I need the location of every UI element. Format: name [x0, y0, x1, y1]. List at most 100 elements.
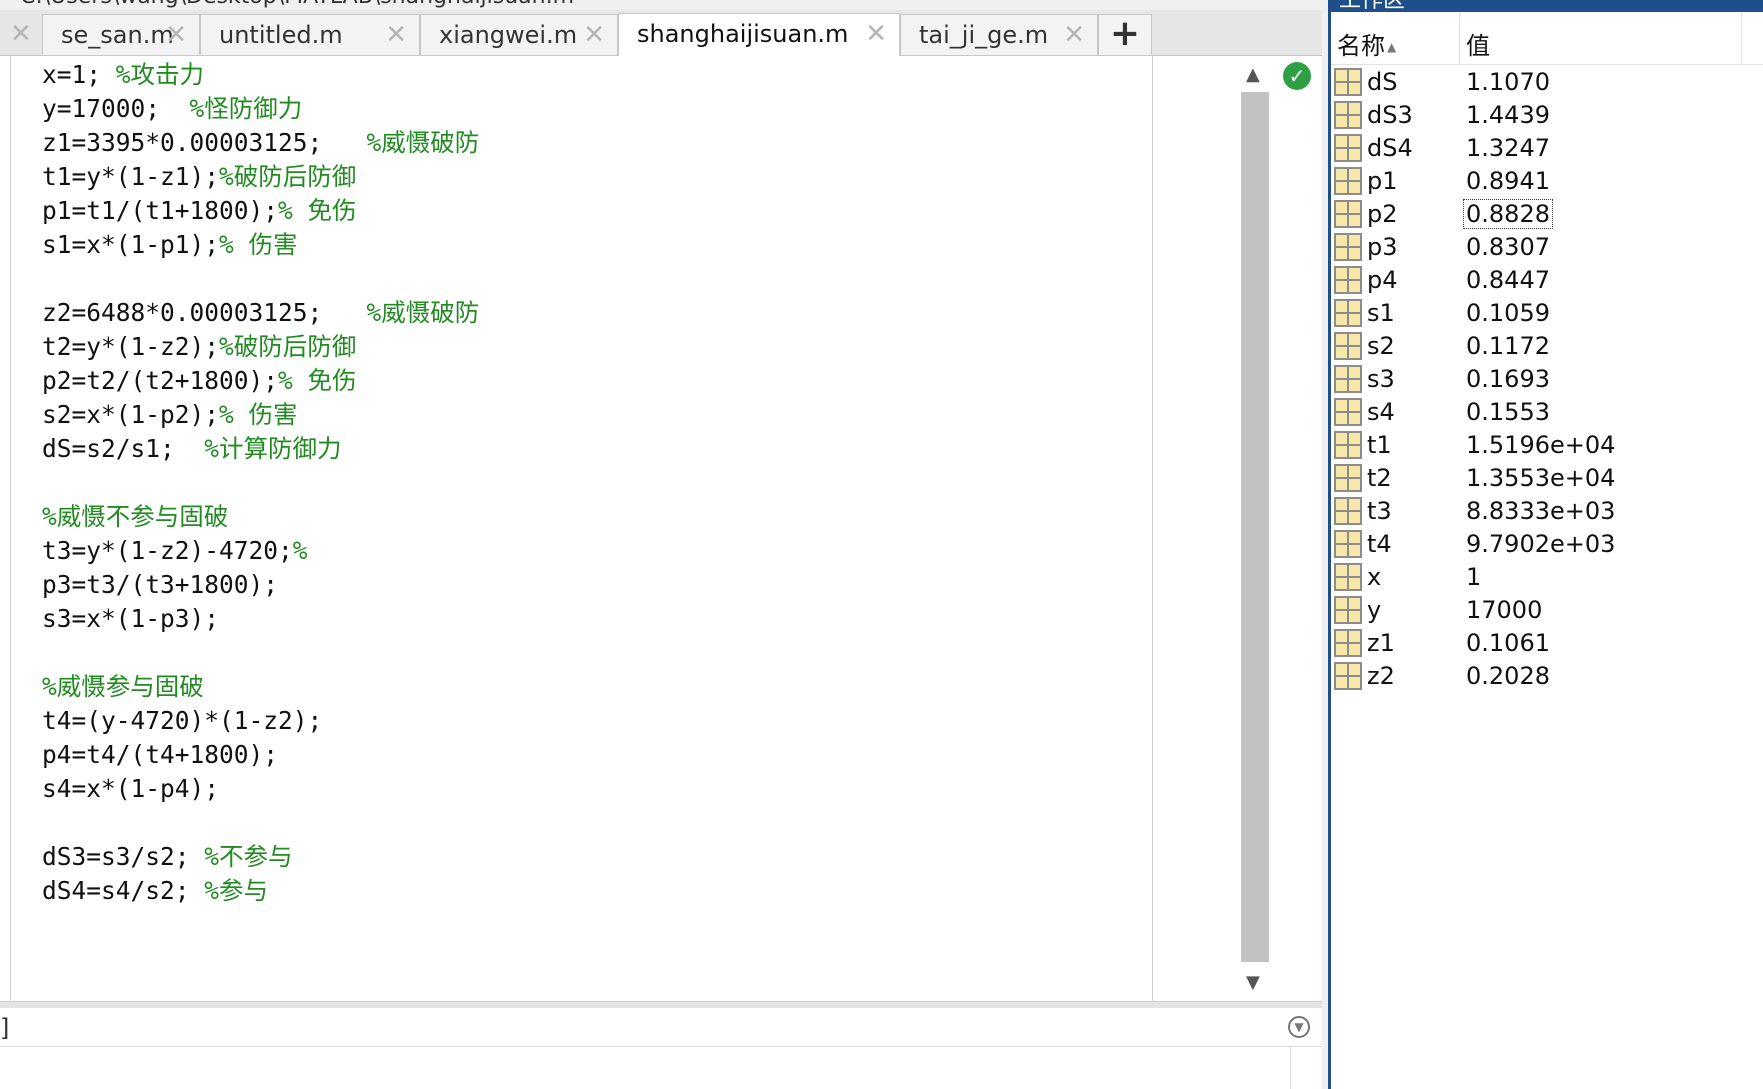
workspace-variable-row[interactable]: t3 8.8333e+03	[1331, 494, 1763, 527]
code-line[interactable]: t4=(y-4720)*(1-z2);	[42, 704, 479, 738]
variable-value[interactable]: 0.1693	[1464, 365, 1552, 393]
workspace-variable-row[interactable]: x1	[1331, 560, 1763, 593]
add-tab-button[interactable]: +	[1098, 14, 1152, 55]
code-text: s4=x*(1-p4);	[42, 774, 220, 803]
column-header-name[interactable]: 名称 ▲	[1337, 26, 1396, 61]
matrix-grid-icon	[1334, 134, 1362, 162]
variable-value[interactable]: 0.1061	[1464, 629, 1552, 657]
code-text: s3=x*(1-p3);	[42, 604, 220, 633]
variable-value[interactable]: 1.1070	[1464, 68, 1552, 96]
variable-value[interactable]: 8.8333e+03	[1464, 497, 1617, 525]
variable-value[interactable]: 1	[1464, 563, 1483, 591]
variable-value[interactable]: 17000	[1464, 596, 1544, 624]
tab-tai-ji-ge[interactable]: tai_ji_ge.m ✕	[900, 14, 1098, 55]
column-divider[interactable]	[1459, 12, 1460, 64]
code-line[interactable]: s4=x*(1-p4);	[42, 772, 479, 806]
close-icon[interactable]: ✕	[385, 15, 407, 55]
code-line[interactable]: s2=x*(1-p2);% 伤害	[42, 398, 479, 432]
variable-value[interactable]: 0.2028	[1464, 662, 1552, 690]
variable-value[interactable]: 1.5196e+04	[1464, 431, 1617, 459]
code-line[interactable]: y=17000; %怪防御力	[42, 92, 479, 126]
code-line[interactable]: dS=s2/s1; %计算防御力	[42, 432, 479, 466]
arrow-down-icon[interactable]: ▼	[1246, 972, 1260, 993]
column-header-value[interactable]: 值	[1466, 26, 1490, 61]
code-line[interactable]: z1=3395*0.00003125; %威慑破防	[42, 126, 479, 160]
code-line[interactable]: s3=x*(1-p3);	[42, 602, 479, 636]
variable-value[interactable]: 0.1059	[1464, 299, 1552, 327]
variable-value[interactable]: 0.1553	[1464, 398, 1552, 426]
command-window-input[interactable]	[0, 1047, 1291, 1089]
scrollbar-thumb[interactable]	[1241, 92, 1269, 962]
workspace-variable-row[interactable]: p2 0.8828	[1331, 197, 1763, 230]
chevron-down-circle-icon[interactable]: ▼	[1288, 1016, 1310, 1038]
code-line[interactable]: t3=y*(1-z2)-4720;%	[42, 534, 479, 568]
code-line[interactable]: t2=y*(1-z2);%破防后防御	[42, 330, 479, 364]
variable-value[interactable]: 1.3247	[1464, 134, 1552, 162]
code-line[interactable]: p2=t2/(t2+1800);% 免伤	[42, 364, 479, 398]
close-icon[interactable]: ✕	[165, 15, 187, 55]
code-line[interactable]: z2=6488*0.00003125; %威慑破防	[42, 296, 479, 330]
arrow-up-icon[interactable]: ▲	[1246, 64, 1260, 85]
workspace-variable-row[interactable]: p3 0.8307	[1331, 230, 1763, 263]
code-line[interactable]: s1=x*(1-p1);% 伤害	[42, 228, 479, 262]
code-line[interactable]	[42, 262, 479, 296]
code-line[interactable]: p3=t3/(t3+1800);	[42, 568, 479, 602]
workspace-variable-row[interactable]: s3 0.1693	[1331, 362, 1763, 395]
workspace-variable-row[interactable]: s2 0.1172	[1331, 329, 1763, 362]
code-lines[interactable]: x=1; %攻击力 y=17000; %怪防御力 z1=3395*0.0000312…	[42, 58, 479, 908]
code-text: p2=t2/(t2+1800);	[42, 366, 279, 395]
code-line[interactable]	[42, 636, 479, 670]
close-icon[interactable]: ✕	[865, 14, 887, 54]
code-line[interactable]: %威慑参与固破	[42, 670, 479, 704]
close-icon[interactable]: ✕	[10, 14, 32, 54]
code-text: z1=3395*0.00003125;	[42, 128, 367, 157]
workspace-variable-row[interactable]: z1 0.1061	[1331, 626, 1763, 659]
workspace-variable-row[interactable]: p4 0.8447	[1331, 263, 1763, 296]
code-line[interactable]: p4=t4/(t4+1800);	[42, 738, 479, 772]
variable-value[interactable]: 0.8941	[1464, 167, 1552, 195]
code-line[interactable]: dS3=s3/s2; %不参与	[42, 840, 479, 874]
tab-xiangwei[interactable]: xiangwei.m ✕	[420, 14, 618, 55]
code-comment: % 伤害	[219, 230, 298, 259]
close-icon[interactable]: ✕	[1063, 15, 1085, 55]
workspace-variable-row[interactable]: y 17000	[1331, 593, 1763, 626]
variable-value[interactable]: 0.8447	[1464, 266, 1552, 294]
workspace-variable-row[interactable]: p1 0.8941	[1331, 164, 1763, 197]
panel-divider[interactable]	[0, 1001, 1322, 1008]
workspace-variable-row[interactable]: s4 0.1553	[1331, 395, 1763, 428]
workspace-variable-row[interactable]: dS 1.1070	[1331, 65, 1763, 98]
workspace-variable-row[interactable]: t4 9.7902e+03	[1331, 527, 1763, 560]
workspace-variable-row[interactable]: s1 0.1059	[1331, 296, 1763, 329]
variable-value[interactable]: 0.8828	[1463, 199, 1553, 229]
workspace-variable-row[interactable]: z2 0.2028	[1331, 659, 1763, 692]
workspace-variable-row[interactable]: t1 1.5196e+04	[1331, 428, 1763, 461]
code-line[interactable]: t1=y*(1-z1);%破防后防御	[42, 160, 479, 194]
tab-shanghaijisuan[interactable]: shanghaijisuan.m ✕	[618, 13, 900, 56]
workspace-variable-row[interactable]: dS4 1.3247	[1331, 131, 1763, 164]
code-text: p3=t3/(t3+1800);	[42, 570, 279, 599]
variable-value[interactable]: 9.7902e+03	[1464, 530, 1617, 558]
code-comment: %攻击力	[115, 60, 205, 89]
code-line[interactable]: p1=t1/(t1+1800);% 免伤	[42, 194, 479, 228]
code-text: x=1;	[42, 60, 116, 89]
check-circle-icon[interactable]: ✓	[1283, 62, 1311, 90]
code-comment: %计算防御力	[204, 434, 342, 463]
code-line[interactable]: dS4=s4/s2; %参与	[42, 874, 479, 908]
code-line[interactable]	[42, 806, 479, 840]
code-line[interactable]: %威慑不参与固破	[42, 500, 479, 534]
code-line[interactable]: x=1; %攻击力	[42, 58, 479, 92]
variable-value[interactable]: 0.8307	[1464, 233, 1552, 261]
tab-se-san[interactable]: se_san.m ✕	[42, 14, 200, 55]
workspace-variable-row[interactable]: t2 1.3553e+04	[1331, 461, 1763, 494]
variable-value[interactable]: 1.4439	[1464, 101, 1552, 129]
matrix-grid-icon	[1334, 497, 1362, 525]
matrix-grid-icon	[1334, 101, 1362, 129]
tab-label: se_san.m	[61, 21, 174, 49]
variable-value[interactable]: 1.3553e+04	[1464, 464, 1617, 492]
column-divider[interactable]	[1741, 12, 1742, 64]
workspace-variable-row[interactable]: dS3 1.4439	[1331, 98, 1763, 131]
tab-untitled[interactable]: untitled.m ✕	[200, 14, 420, 55]
close-icon[interactable]: ✕	[583, 15, 605, 55]
variable-value[interactable]: 0.1172	[1464, 332, 1552, 360]
code-line[interactable]	[42, 466, 479, 500]
